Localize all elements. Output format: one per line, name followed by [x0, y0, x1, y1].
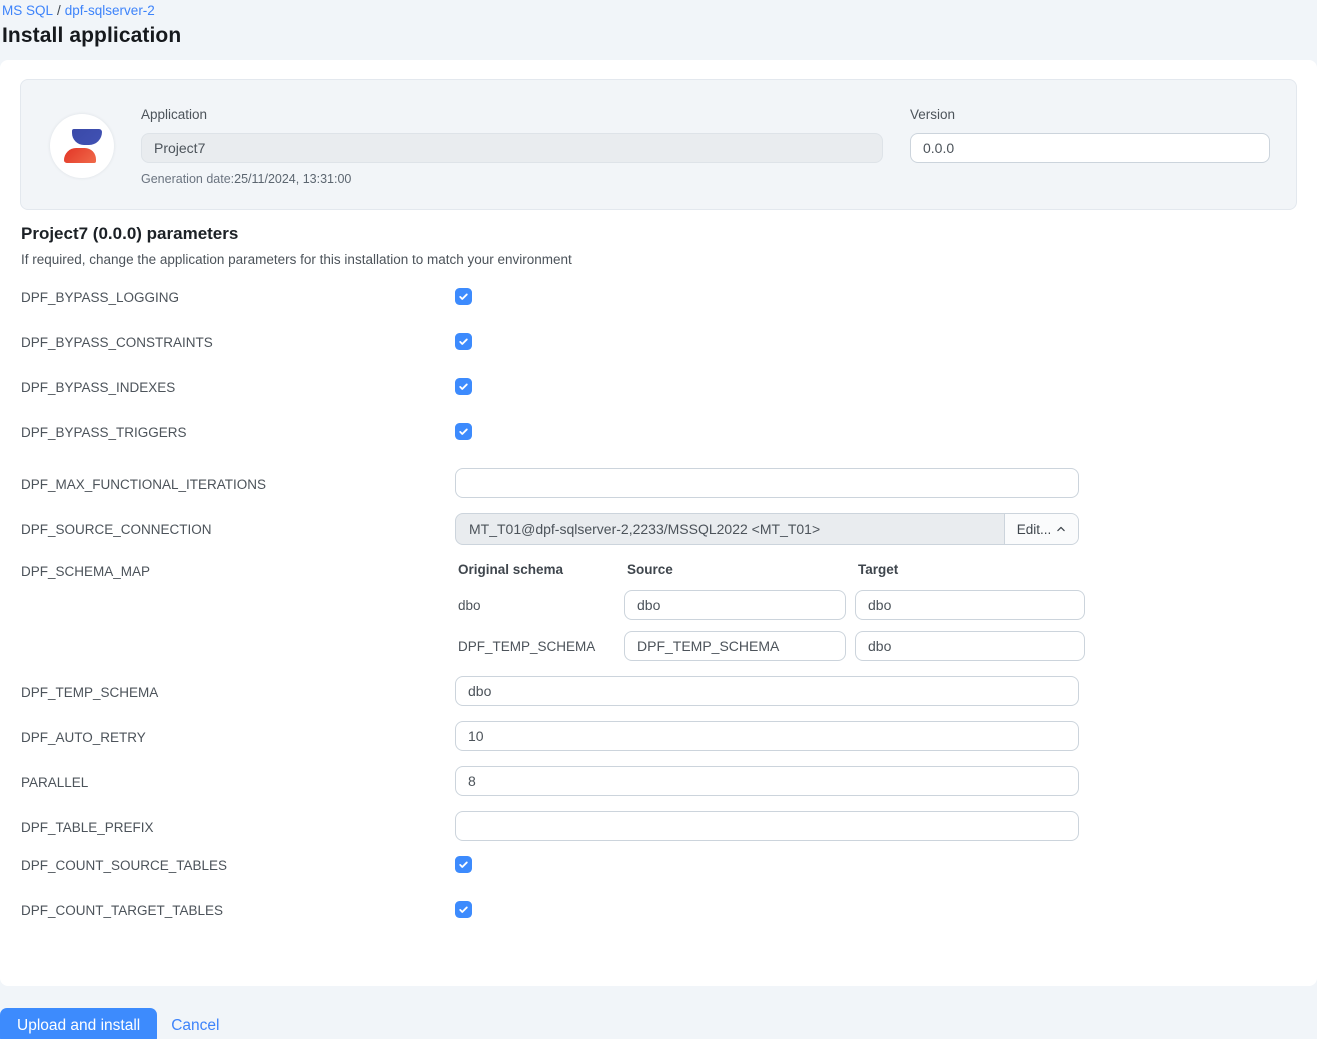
dpf-temp-schema-input[interactable] [455, 676, 1079, 706]
dpf-auto-retry-input[interactable] [455, 721, 1079, 751]
checkbox-dpf-count-target-tables[interactable] [455, 901, 472, 918]
checkbox-dpf-count-source-tables[interactable] [455, 856, 472, 873]
param-row-dpf-bypass-triggers: DPF_BYPASS_TRIGGERS [21, 423, 1297, 453]
checkbox-dpf-bypass-logging[interactable] [455, 288, 472, 305]
schema-map-original-dbo: dbo [458, 597, 481, 613]
checkbox-dpf-bypass-indexes[interactable] [455, 378, 472, 395]
version-input[interactable] [910, 133, 1270, 163]
breadcrumb-separator: / [57, 3, 61, 18]
param-label: DPF_BYPASS_LOGGING [21, 290, 180, 305]
param-row-dpf-count-source-tables: DPF_COUNT_SOURCE_TABLES [21, 856, 1297, 886]
page-footer: Upload and install Cancel [0, 1008, 1317, 1039]
breadcrumb: MS SQL / dpf-sqlserver-2 [2, 3, 1317, 19]
dpf-max-functional-iterations-input[interactable] [455, 468, 1079, 498]
param-label: DPF_SOURCE_CONNECTION [21, 522, 212, 537]
parallel-input[interactable] [455, 766, 1079, 796]
param-row-dpf-max-functional-iterations: DPF_MAX_FUNCTIONAL_ITERATIONS [21, 468, 1297, 498]
parameters-section-heading: Project7 (0.0.0) parameters [21, 224, 239, 243]
param-row-dpf-schema-map: DPF_SCHEMA_MAP Original schema Source Ta… [21, 560, 1297, 661]
param-label: DPF_SCHEMA_MAP [21, 564, 151, 579]
schema-map-header-original: Original schema [458, 562, 564, 577]
param-row-dpf-bypass-logging: DPF_BYPASS_LOGGING [21, 288, 1297, 318]
schema-map-target-input-dpf-temp-schema[interactable] [855, 631, 1085, 661]
breadcrumb-link-dpf-sqlserver-2[interactable]: dpf-sqlserver-2 [65, 3, 155, 18]
param-row-dpf-bypass-constraints: DPF_BYPASS_CONSTRAINTS [21, 333, 1297, 363]
edit-connection-label: Edit... [1016, 521, 1052, 537]
application-input [141, 133, 883, 163]
checkbox-dpf-bypass-constraints[interactable] [455, 333, 472, 350]
page-header: MS SQL / dpf-sqlserver-2 Install applicati… [0, 0, 1317, 60]
param-row-parallel: PARALLEL [21, 766, 1297, 796]
upload-and-install-button[interactable]: Upload and install [0, 1008, 158, 1039]
checkmark-icon [459, 428, 468, 435]
param-label: DPF_COUNT_SOURCE_TABLES [21, 858, 228, 873]
param-label: DPF_COUNT_TARGET_TABLES [21, 903, 224, 918]
main-panel: Application Generation date:25/11/2024, … [0, 60, 1317, 986]
param-label: DPF_AUTO_RETRY [21, 730, 146, 745]
schema-map-target-input-dbo[interactable] [855, 590, 1085, 620]
param-row-dpf-auto-retry: DPF_AUTO_RETRY [21, 721, 1297, 751]
param-label: DPF_MAX_FUNCTIONAL_ITERATIONS [21, 477, 267, 492]
logo-glyph [64, 129, 102, 163]
edit-connection-button[interactable]: Edit... [1004, 514, 1078, 544]
schema-map-source-input-dbo[interactable] [624, 590, 846, 620]
page-title: Install application [2, 24, 182, 47]
version-label: Version [910, 107, 956, 122]
checkbox-dpf-bypass-triggers[interactable] [455, 423, 472, 440]
breadcrumb-link-ms-sql[interactable]: MS SQL [2, 3, 53, 18]
dpf-table-prefix-input[interactable] [455, 811, 1079, 841]
checkmark-icon [459, 293, 468, 300]
schema-map-header-target: Target [858, 562, 899, 577]
param-row-dpf-count-target-tables: DPF_COUNT_TARGET_TABLES [21, 901, 1297, 931]
param-row-dpf-temp-schema: DPF_TEMP_SCHEMA [21, 676, 1297, 706]
parameters-section-subheading: If required, change the application para… [21, 252, 572, 267]
checkmark-icon [459, 338, 468, 345]
param-label: DPF_TABLE_PREFIX [21, 820, 154, 835]
application-label: Application [141, 107, 208, 122]
checkmark-icon [459, 906, 468, 913]
chevron-up-icon [1057, 526, 1065, 532]
param-row-dpf-bypass-indexes: DPF_BYPASS_INDEXES [21, 378, 1297, 408]
checkmark-icon [459, 383, 468, 390]
cancel-link[interactable]: Cancel [171, 1008, 219, 1035]
schema-map-header-source: Source [627, 562, 673, 577]
param-label: DPF_TEMP_SCHEMA [21, 685, 159, 700]
param-label: DPF_BYPASS_INDEXES [21, 380, 176, 395]
schema-map-table: Original schema Source Target dbo DPF_TE… [455, 560, 1085, 661]
schema-map-original-dpf-temp-schema: DPF_TEMP_SCHEMA [458, 638, 596, 654]
checkmark-icon [459, 861, 468, 868]
param-label: DPF_BYPASS_TRIGGERS [21, 425, 187, 440]
param-label: DPF_BYPASS_CONSTRAINTS [21, 335, 213, 350]
parameters-list: DPF_BYPASS_LOGGING DPF_BYPASS_CONSTRAINT… [21, 288, 1297, 931]
generation-date-label: Generation date: [141, 172, 235, 186]
generation-date-value: 25/11/2024, 13:31:00 [234, 172, 352, 186]
source-connection-group: MT_T01@dpf-sqlserver-2,2233/MSSQL2022 <M… [455, 513, 1079, 545]
source-connection-value: MT_T01@dpf-sqlserver-2,2233/MSSQL2022 <M… [469, 521, 821, 537]
application-card: Application Generation date:25/11/2024, … [20, 79, 1297, 210]
param-row-dpf-table-prefix: DPF_TABLE_PREFIX [21, 811, 1297, 841]
generation-date: Generation date:25/11/2024, 13:31:00 [141, 172, 883, 186]
schema-map-source-input-dpf-temp-schema[interactable] [624, 631, 846, 661]
param-row-dpf-source-connection: DPF_SOURCE_CONNECTION MT_T01@dpf-sqlserv… [21, 513, 1297, 545]
application-logo-icon [50, 114, 114, 178]
param-label: PARALLEL [21, 775, 89, 790]
